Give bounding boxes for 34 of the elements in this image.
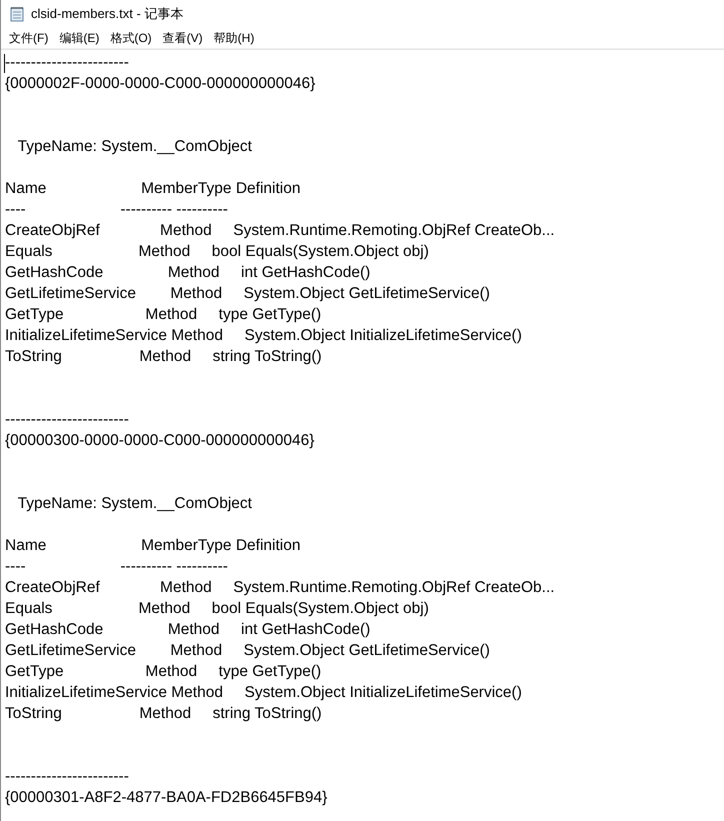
member-line: InitializeLifetimeService Method System.Object InitializeLifetimeService() <box>5 326 523 346</box>
separator-line-text: ------------------------ <box>5 53 130 73</box>
menu-item[interactable]: 编辑(E) <box>57 30 108 46</box>
member-line: Equals Method bool Equals(System.Object obj) <box>5 242 430 262</box>
menu-item[interactable]: 格式(O) <box>108 30 161 46</box>
separator-line-text: ------------------------ <box>5 410 130 430</box>
member-line: CreateObjRef Method System.Runtime.Remoting.ObjRef CreateOb... <box>5 221 556 241</box>
clsid-text: {00000300-0000-0000-C000-000000000046} <box>5 431 316 451</box>
notepad-icon <box>10 6 24 22</box>
menu-item[interactable]: 帮助(H) <box>212 30 264 46</box>
member-line: InitializeLifetimeService Method System.Object InitializeLifetimeService() <box>5 683 523 703</box>
member-line: GetLifetimeService Method System.Object GetLifetimeService() <box>5 641 491 661</box>
member-line: GetHashCode Method int GetHashCode() <box>5 620 372 640</box>
column-underline-text: ---- ---------- ---------- <box>5 200 229 220</box>
text-cursor <box>4 54 5 73</box>
member-line: GetLifetimeService Method System.Object GetLifetimeService() <box>5 284 491 304</box>
member-line: ToString Method string ToString() <box>5 704 323 724</box>
member-line: GetType Method type GetType() <box>5 662 322 682</box>
window-title: clsid-members.txt - 记事本 <box>31 5 184 23</box>
type-name-text: TypeName: System.__ComObject <box>16 137 253 157</box>
column-underline-text: ---- ---------- ---------- <box>5 557 229 577</box>
column-header-text: Name MemberType Definition <box>5 536 302 556</box>
clsid-text: {0000002F-0000-0000-C000-000000000046} <box>5 74 316 94</box>
member-line: GetType Method type GetType() <box>5 305 322 325</box>
separator-line-text: ------------------------ <box>5 767 130 787</box>
member-line: GetHashCode Method int GetHashCode() <box>5 263 372 283</box>
menu-item[interactable]: 文件(F) <box>7 30 58 46</box>
member-line: ToString Method string ToString() <box>5 347 323 367</box>
clsid-text: {00000301-A8F2-4877-BA0A-FD2B6645FB94} <box>5 788 328 808</box>
menu-item[interactable]: 查看(V) <box>160 30 212 46</box>
member-line: Equals Method bool Equals(System.Object obj) <box>5 599 430 619</box>
type-name-text: TypeName: System.__ComObject <box>16 494 253 514</box>
column-header-text: Name MemberType Definition <box>5 179 302 199</box>
member-line: CreateObjRef Method System.Runtime.Remoting.ObjRef CreateOb... <box>5 578 556 598</box>
